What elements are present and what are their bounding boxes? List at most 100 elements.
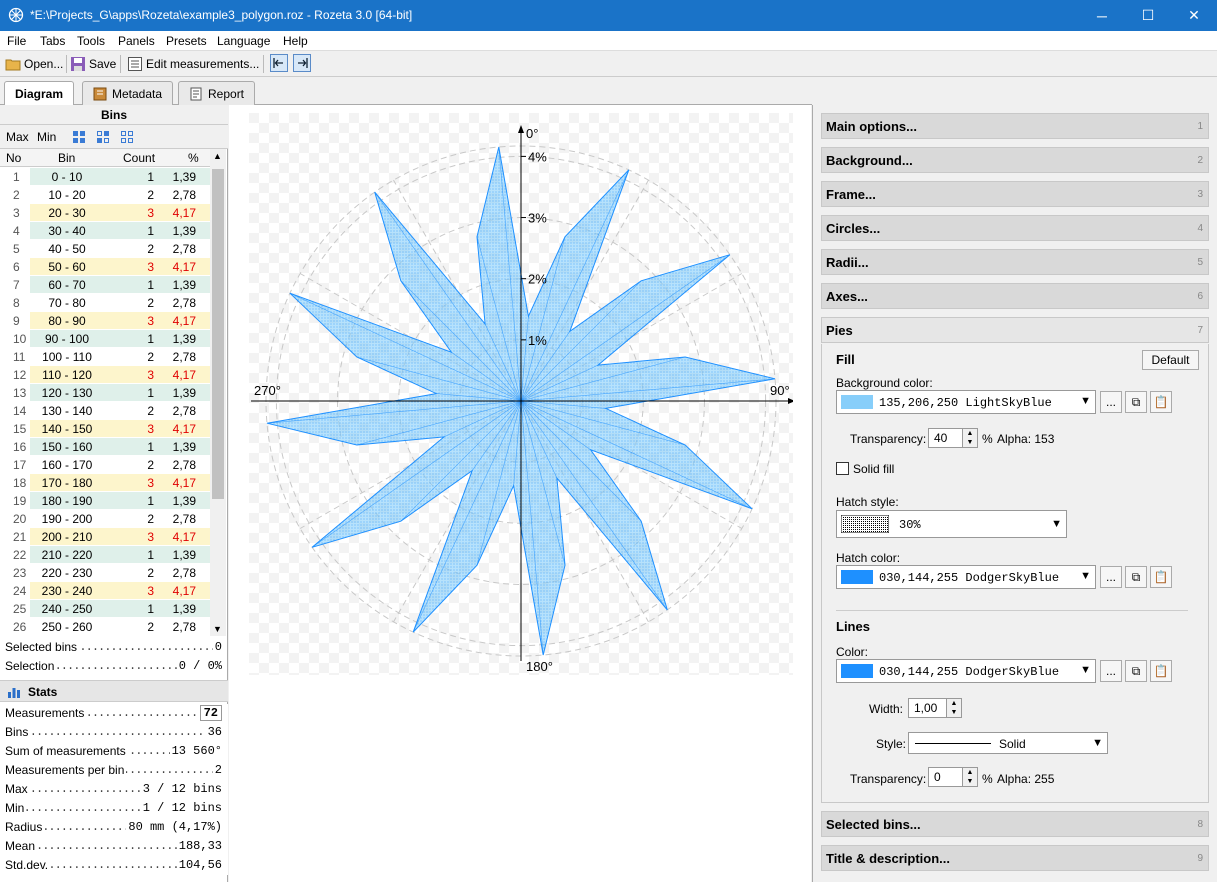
section-header[interactable]: Selected bins... 8 [821,811,1209,837]
menu-tools[interactable]: Tools [77,34,105,48]
invert-selection-icon[interactable] [120,130,134,144]
copy-icon[interactable]: ⧉ [1125,391,1147,413]
default-button[interactable]: Default [1142,350,1199,370]
table-row[interactable]: 11 100 - 110 2 2,78 [0,348,210,366]
table-row[interactable]: 19 180 - 190 1 1,39 [0,492,210,510]
tab-metadata[interactable]: Metadata [82,81,174,105]
row-count: 1 [147,602,154,616]
line-style-combo[interactable]: Solid ▼ [908,732,1108,754]
row-pct: 1,39 [172,602,196,616]
col-no[interactable]: No [6,151,21,165]
table-row[interactable]: 15 140 - 150 3 4,17 [0,420,210,438]
min-button[interactable]: Min [37,130,56,144]
table-row[interactable]: 1 0 - 10 1 1,39 [0,168,210,186]
select-all-icon[interactable] [72,130,86,144]
collapse-left-button[interactable] [270,54,288,72]
section-number: 6 [1197,291,1203,302]
section-header[interactable]: Radii... 5 [821,249,1209,275]
table-row[interactable]: 6 50 - 60 3 4,17 [0,258,210,276]
table-row[interactable]: 10 90 - 100 1 1,39 [0,330,210,348]
section-header[interactable]: Frame... 3 [821,181,1209,207]
table-row[interactable]: 18 170 - 180 3 4,17 [0,474,210,492]
section-header[interactable]: Background... 2 [821,147,1209,173]
scroll-up-icon[interactable]: ▲ [213,151,222,161]
bins-scrollbar[interactable]: ▲ ▼ [210,149,226,636]
menu-help[interactable]: Help [283,34,308,48]
title-bar: *E:\Projects_G\apps\Rozeta\example3_poly… [0,0,1217,31]
solid-fill-checkbox[interactable] [836,462,849,475]
transparency2-input[interactable]: 0 [928,767,964,787]
hatch-color-combo[interactable]: 030,144,255 DodgerSkyBlue ▼ [836,565,1096,589]
menu-tabs[interactable]: Tabs [40,34,65,48]
hatch-swatch [841,515,889,533]
max-button[interactable]: Max [6,130,29,144]
table-row[interactable]: 13 120 - 130 1 1,39 [0,384,210,402]
col-bin[interactable]: Bin [58,151,75,165]
tab-report[interactable]: Report [178,81,256,105]
tab-diagram[interactable]: Diagram [4,81,75,106]
copy-icon[interactable]: ⧉ [1125,566,1147,588]
table-row[interactable]: 17 160 - 170 2 2,78 [0,456,210,474]
paste-icon[interactable]: 📋 [1150,391,1172,413]
transparency2-stepper[interactable]: ▲ ▼ [962,767,978,787]
open-button[interactable]: Open... [5,54,63,74]
section-header[interactable]: Circles... 4 [821,215,1209,241]
menu-presets[interactable]: Presets [166,34,207,48]
app-icon [8,7,24,23]
table-row[interactable]: 14 130 - 140 2 2,78 [0,402,210,420]
paste-icon[interactable]: 📋 [1150,660,1172,682]
width-input[interactable]: 1,00 [908,698,948,718]
bg-color-more-button[interactable]: ... [1100,391,1122,413]
line-color-combo[interactable]: 030,144,255 DodgerSkyBlue ▼ [836,659,1096,683]
table-row[interactable]: 26 250 - 260 2 2,78 [0,618,210,636]
section-header[interactable]: Title & description... 9 [821,845,1209,871]
width-stepper[interactable]: ▲ ▼ [946,698,962,718]
section-header[interactable]: Axes... 6 [821,283,1209,309]
collapse-right-button[interactable] [293,54,311,72]
save-button[interactable]: Save [70,54,116,74]
maximize-button[interactable]: ☐ [1125,0,1171,31]
hatch-style-combo[interactable]: 30% ▼ [836,510,1067,538]
table-row[interactable]: 2 10 - 20 2 2,78 [0,186,210,204]
bg-color-combo[interactable]: 135,206,250 LightSkyBlue ▼ [836,390,1096,414]
table-row[interactable]: 12 110 - 120 3 4,17 [0,366,210,384]
copy-icon[interactable]: ⧉ [1125,660,1147,682]
scroll-down-icon[interactable]: ▼ [213,624,222,634]
row-count: 1 [147,332,154,346]
transparency-input[interactable]: 40 [928,428,964,448]
table-row[interactable]: 5 40 - 50 2 2,78 [0,240,210,258]
line-color-more-button[interactable]: ... [1100,660,1122,682]
transparency-stepper[interactable]: ▲ ▼ [962,428,978,448]
menu-file[interactable]: File [7,34,26,48]
menu-language[interactable]: Language [217,34,270,48]
row-count: 2 [147,188,154,202]
table-row[interactable]: 8 70 - 80 2 2,78 [0,294,210,312]
close-button[interactable]: ✕ [1171,0,1217,31]
table-row[interactable]: 25 240 - 250 1 1,39 [0,600,210,618]
table-row[interactable]: 3 20 - 30 3 4,17 [0,204,210,222]
hatch-color-more-button[interactable]: ... [1100,566,1122,588]
table-row[interactable]: 9 80 - 90 3 4,17 [0,312,210,330]
row-pct: 1,39 [172,278,196,292]
col-count[interactable]: Count [123,151,155,165]
menu-panels[interactable]: Panels [118,34,155,48]
row-bin: 40 - 50 [48,242,86,256]
section-header[interactable]: Main options... 1 [821,113,1209,139]
table-row[interactable]: 20 190 - 200 2 2,78 [0,510,210,528]
col-pct[interactable]: % [188,151,199,165]
table-row[interactable]: 23 220 - 230 2 2,78 [0,564,210,582]
minimize-button[interactable]: ─ [1079,0,1125,31]
paste-icon[interactable]: 📋 [1150,566,1172,588]
table-row[interactable]: 24 230 - 240 3 4,17 [0,582,210,600]
section-header[interactable]: Pies 7 [821,317,1209,343]
table-row[interactable]: 4 30 - 40 1 1,39 [0,222,210,240]
scroll-thumb[interactable] [212,169,224,499]
menu-bar: File Tabs Tools Panels Presets Language … [0,31,1217,51]
select-none-icon[interactable] [96,130,110,144]
table-row[interactable]: 16 150 - 160 1 1,39 [0,438,210,456]
table-row[interactable]: 21 200 - 210 3 4,17 [0,528,210,546]
table-row[interactable]: 7 60 - 70 1 1,39 [0,276,210,294]
table-row[interactable]: 22 210 - 220 1 1,39 [0,546,210,564]
stats-list: ........................................… [0,704,228,875]
edit-measurements-button[interactable]: Edit measurements... [127,54,259,74]
